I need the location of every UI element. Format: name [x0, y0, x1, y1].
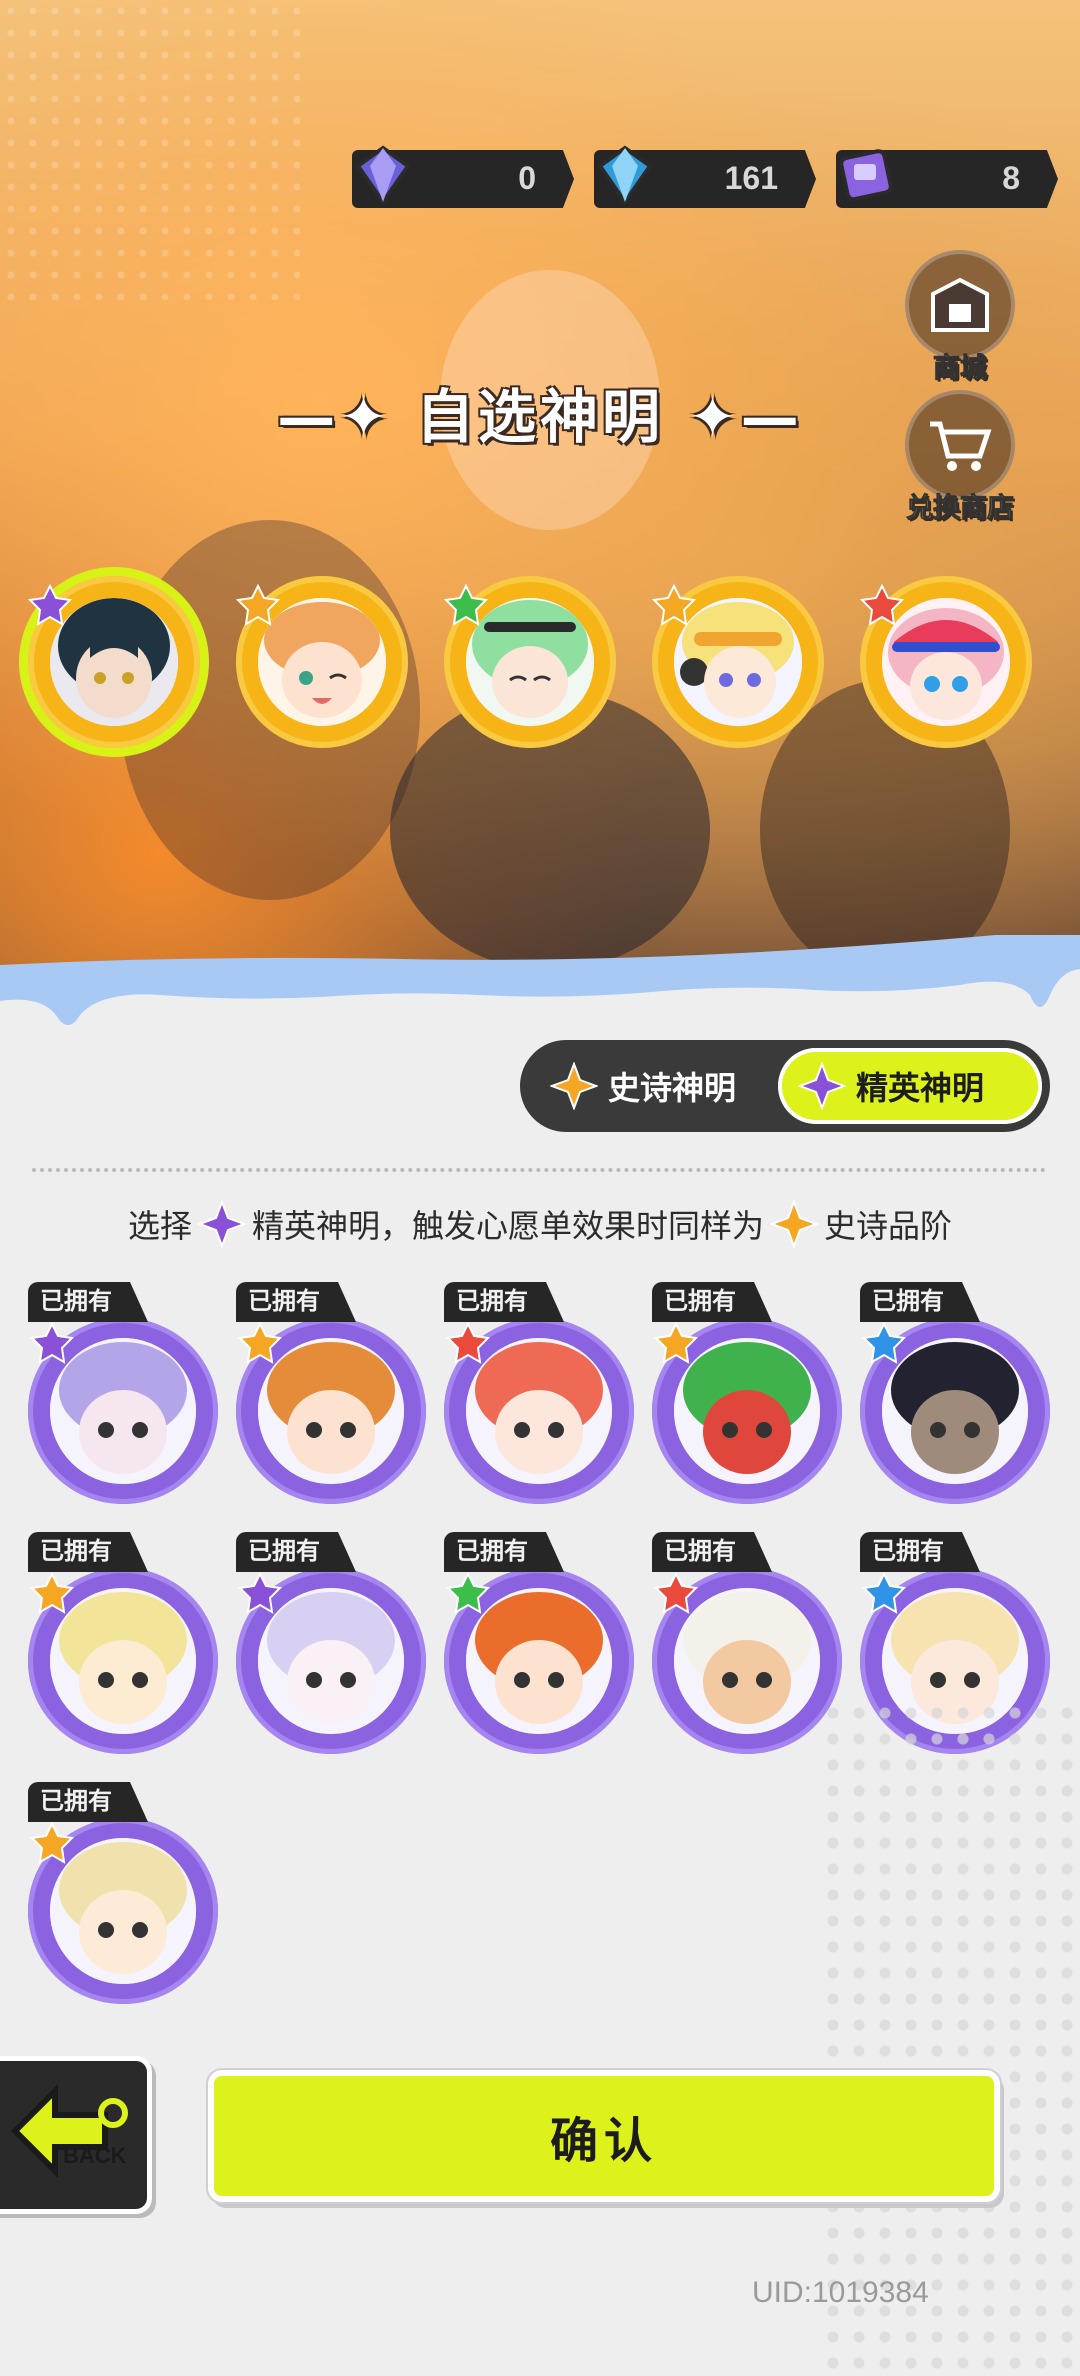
featured-god-5[interactable] [860, 576, 1032, 748]
back-button[interactable]: BACK [0, 2056, 152, 2214]
purple-gem-icon [355, 145, 411, 206]
owned-god-card[interactable]: 已拥有 [652, 1282, 844, 1504]
blue-gem-icon [597, 145, 653, 206]
purple-star-icon [238, 1572, 282, 1614]
hint-part1: 选择 [127, 1207, 192, 1245]
owned-badge: 已拥有 [236, 1532, 356, 1572]
green-star-icon [444, 584, 488, 626]
selection-hint: 选择 精英神明，触发心愿单效果时同样为 史诗品阶 [0, 1200, 1080, 1248]
orange-star-icon [30, 1822, 74, 1864]
purple-star-icon [28, 584, 72, 626]
blue-star-icon [862, 1572, 906, 1614]
tab-elite-label: 精英神明 [856, 1069, 985, 1107]
back-arrow-icon: BACK [10, 2083, 128, 2179]
tab-elite-gods[interactable]: 精英神明 [778, 1048, 1042, 1124]
featured-god-1[interactable] [28, 576, 200, 748]
shop-icon [905, 250, 1015, 360]
title-deco-left: —✦ [277, 383, 416, 451]
orange-star-icon [30, 1572, 74, 1614]
divider [32, 1168, 1046, 1172]
background-dot-pattern [820, 1700, 1080, 2376]
owned-badge: 已拥有 [652, 1282, 772, 1322]
exchange-shop-label: 兑换商店 [906, 493, 1015, 525]
hint-part3: 史诗品阶 [824, 1207, 953, 1245]
orange-star-icon [654, 1322, 698, 1364]
red-star-icon [860, 584, 904, 626]
hint-part2: 精英神明，触发心愿单效果时同样为 [251, 1207, 764, 1245]
title-text: 自选神明 [415, 383, 664, 451]
owned-god-card[interactable]: 已拥有 [28, 1782, 220, 2004]
owned-badge: 已拥有 [860, 1282, 980, 1322]
currency-value: 0 [518, 160, 536, 196]
owned-god-card[interactable]: 已拥有 [652, 1532, 844, 1754]
owned-god-card[interactable]: 已拥有 [28, 1532, 220, 1754]
owned-badge: 已拥有 [236, 1282, 356, 1322]
ticket-icon [839, 149, 893, 202]
green-star-icon [446, 1572, 490, 1614]
red-star-icon [654, 1572, 698, 1614]
rarity-tabs: 史诗神明 精英神明 [520, 1040, 1050, 1132]
owned-god-card[interactable]: 已拥有 [860, 1282, 1052, 1504]
currency-value: 8 [1002, 160, 1020, 196]
page-title: —✦ 自选神明 ✦— [0, 370, 1080, 454]
owned-badge: 已拥有 [652, 1532, 772, 1572]
tab-epic-gods[interactable]: 史诗神明 [530, 1048, 780, 1124]
red-star-icon [446, 1322, 490, 1364]
back-label: BACK [63, 2143, 127, 2168]
hero-dot-pattern [0, 0, 300, 300]
owned-god-card[interactable]: 已拥有 [236, 1282, 428, 1504]
owned-god-card[interactable]: 已拥有 [28, 1282, 220, 1504]
orange-star-icon [770, 1200, 818, 1248]
orange-star-icon [238, 1322, 282, 1364]
owned-badge: 已拥有 [28, 1282, 148, 1322]
tab-epic-label: 史诗神明 [608, 1069, 737, 1107]
purple-star-icon [30, 1322, 74, 1364]
orange-star-icon [236, 584, 280, 626]
blue-star-icon [862, 1322, 906, 1364]
confirm-button[interactable]: 确认 [208, 2070, 1000, 2202]
featured-god-4[interactable] [652, 576, 824, 748]
purple-star-icon [197, 1200, 246, 1248]
owned-god-card[interactable]: 已拥有 [236, 1532, 428, 1754]
owned-badge: 已拥有 [28, 1532, 148, 1572]
purple-star-icon [798, 1062, 846, 1110]
orange-star-icon [550, 1062, 598, 1110]
shop-button[interactable]: 商城 [895, 250, 1025, 385]
owned-badge: 已拥有 [444, 1282, 564, 1322]
orange-star-icon [652, 584, 696, 626]
currency-value: 161 [724, 160, 778, 196]
title-deco-right: ✦— [664, 383, 803, 451]
owned-god-card[interactable]: 已拥有 [444, 1282, 636, 1504]
user-id: UID:1019384 [752, 2276, 929, 2309]
confirm-label: 确认 [549, 2113, 658, 2169]
owned-badge: 已拥有 [28, 1782, 148, 1822]
owned-badge: 已拥有 [444, 1532, 564, 1572]
featured-god-2[interactable] [236, 576, 408, 748]
slime-divider [0, 935, 1080, 1045]
owned-badge: 已拥有 [860, 1532, 980, 1572]
owned-god-card[interactable]: 已拥有 [444, 1532, 636, 1754]
featured-god-3[interactable] [444, 576, 616, 748]
